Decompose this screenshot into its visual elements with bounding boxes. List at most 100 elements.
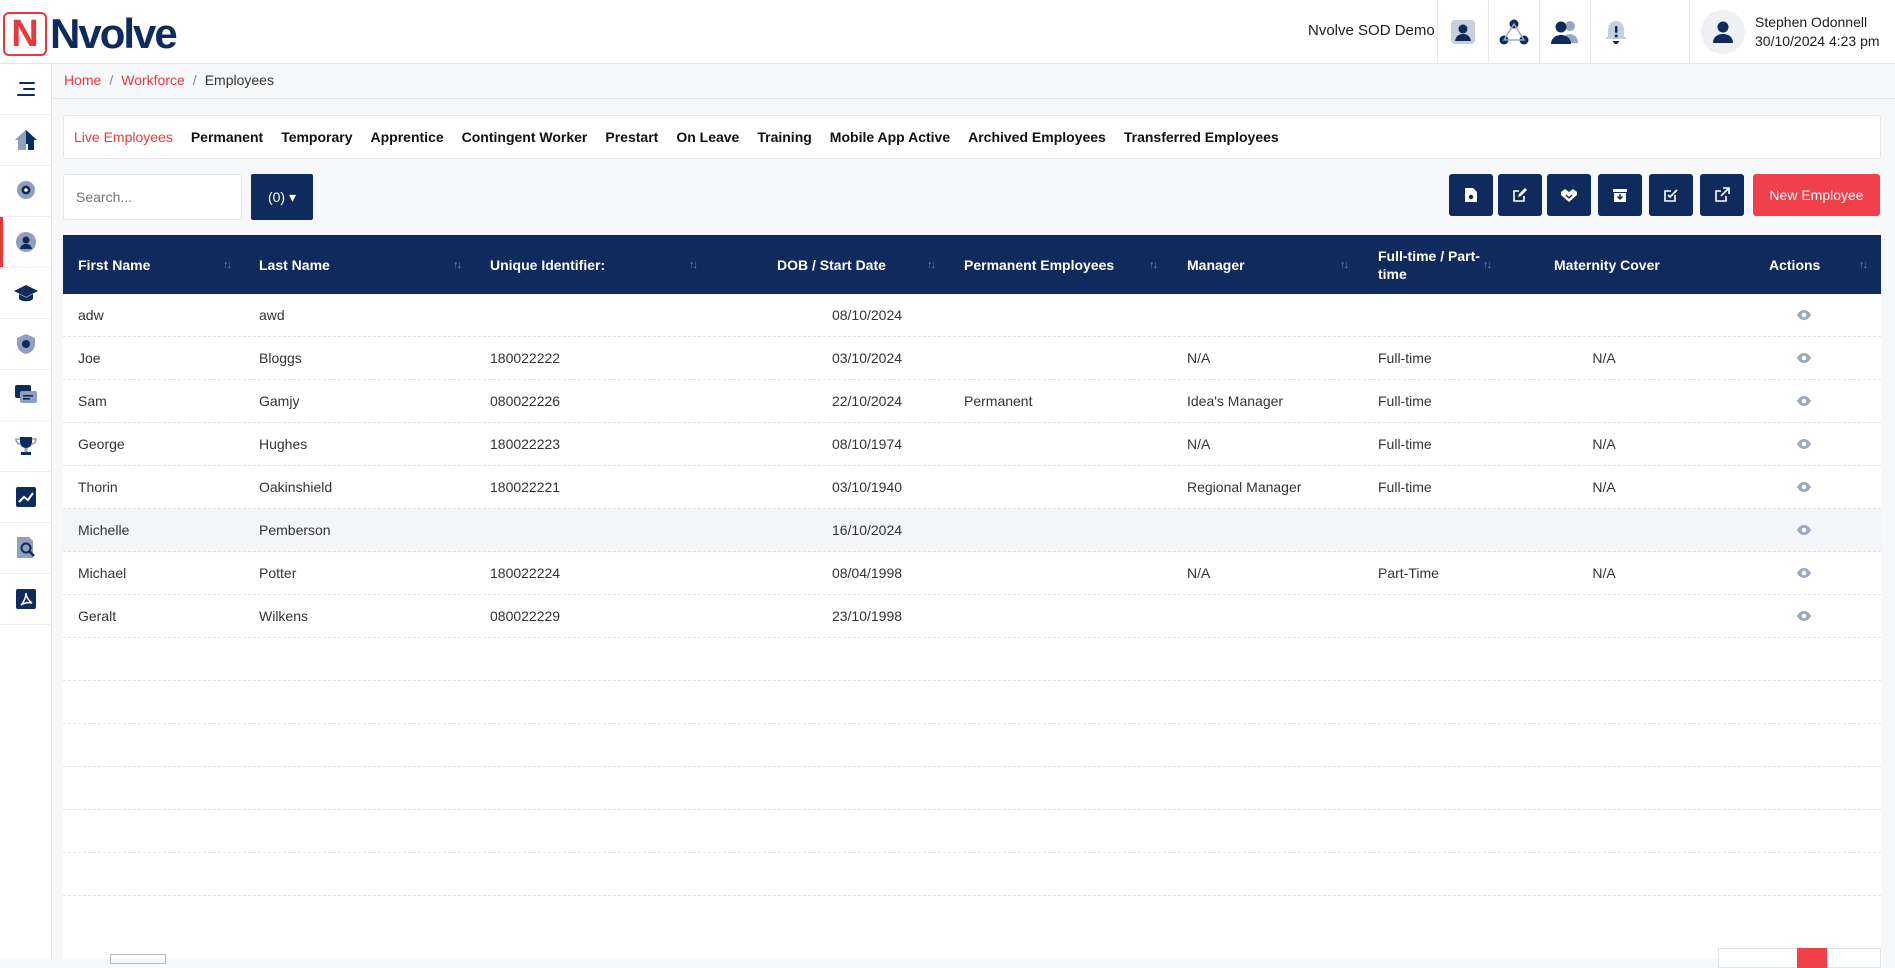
tab-contingent-worker[interactable]: Contingent Worker xyxy=(462,129,588,145)
column-header-dob[interactable]: DOB / Start Date xyxy=(777,235,886,294)
document-icon xyxy=(1465,188,1477,202)
table-row[interactable]: Michelle Pemberson 16/10/2024 xyxy=(63,509,1881,552)
column-header-permanent-employees[interactable]: Permanent Employees xyxy=(964,235,1114,294)
cell-dob: 08/10/2024 xyxy=(831,307,903,323)
view-button[interactable] xyxy=(1774,380,1834,422)
logo-mark: N xyxy=(3,12,47,56)
empty-row xyxy=(63,724,1881,767)
external-link-icon xyxy=(1715,187,1730,202)
sort-icon[interactable]: ↑↓ xyxy=(453,259,462,271)
cell-maternity-cover: N/A xyxy=(1592,436,1616,452)
edit-button[interactable] xyxy=(1498,174,1542,216)
cell-maternity-cover xyxy=(1554,380,1654,422)
archive-button[interactable] xyxy=(1598,174,1642,216)
table-row[interactable]: Michael Potter 180022224 08/04/1998 N/A Part-… xyxy=(63,552,1881,595)
cell-maternity-cover: N/A xyxy=(1592,350,1616,366)
column-header-first-name[interactable]: First Name xyxy=(78,235,150,294)
tab-archived-employees[interactable]: Archived Employees xyxy=(968,129,1106,145)
tab-prestart[interactable]: Prestart xyxy=(605,129,658,145)
new-employee-button[interactable]: New Employee xyxy=(1753,174,1880,216)
cell-dob: 03/10/1940 xyxy=(831,479,903,495)
column-header-employment-type[interactable]: Full-time / Part-time xyxy=(1378,235,1498,294)
tab-transferred-employees[interactable]: Transferred Employees xyxy=(1124,129,1279,145)
view-button[interactable] xyxy=(1774,423,1834,465)
filter-dropdown-button[interactable]: (0) ▾ xyxy=(251,174,313,220)
table-row[interactable]: Geralt Wilkens 080022229 23/10/1998 xyxy=(63,595,1881,638)
sidebar-item-safety[interactable] xyxy=(0,319,52,370)
sidebar-item-training[interactable] xyxy=(0,268,52,319)
pagination-current-page[interactable] xyxy=(1797,948,1827,968)
sidebar-item-messages[interactable] xyxy=(0,370,52,421)
eye-icon xyxy=(1797,568,1811,578)
sidebar-item-awards[interactable] xyxy=(0,421,52,472)
cell-maternity-cover xyxy=(1554,509,1654,551)
view-button[interactable] xyxy=(1774,294,1834,336)
column-header-manager[interactable]: Manager xyxy=(1187,235,1245,294)
tab-apprentice[interactable]: Apprentice xyxy=(371,129,444,145)
column-header-last-name[interactable]: Last Name xyxy=(259,235,330,294)
view-button[interactable] xyxy=(1774,509,1834,551)
archive-icon xyxy=(1613,189,1627,202)
org-name[interactable]: Nvolve SOD Demo xyxy=(1308,22,1435,39)
cell-employment-type: Full-time xyxy=(1378,436,1432,452)
table-row[interactable]: George Hughes 180022223 08/10/1974 N/A Full-t… xyxy=(63,423,1881,466)
page-size-select[interactable] xyxy=(110,954,166,964)
breadcrumb-current: Employees xyxy=(204,72,274,88)
handshake-button[interactable] xyxy=(1547,174,1591,216)
team-button[interactable] xyxy=(1539,0,1590,64)
export-button[interactable] xyxy=(1449,174,1493,216)
view-button[interactable] xyxy=(1774,466,1834,508)
review-button[interactable] xyxy=(1649,174,1693,216)
view-button[interactable] xyxy=(1774,595,1834,637)
breadcrumb-workforce[interactable]: Workforce xyxy=(121,72,185,88)
table-row[interactable]: Joe Bloggs 180022222 03/10/2024 N/A Full-time… xyxy=(63,337,1881,380)
tab-permanent[interactable]: Permanent xyxy=(191,129,263,145)
cell-unique-identifier: 180022223 xyxy=(490,436,561,452)
sidebar-item-settings[interactable] xyxy=(0,166,52,217)
sidebar-toggle[interactable] xyxy=(0,64,52,115)
sort-icon[interactable]: ↑↓ xyxy=(1859,259,1868,271)
tab-on-leave[interactable]: On Leave xyxy=(676,129,739,145)
cell-manager: N/A xyxy=(1187,565,1211,581)
breadcrumb-home[interactable]: Home xyxy=(64,72,101,88)
column-header-actions: Actions xyxy=(1769,256,1821,273)
tab-mobile-app-active[interactable]: Mobile App Active xyxy=(830,129,950,145)
profile-card-button[interactable] xyxy=(1437,0,1488,64)
sort-icon[interactable]: ↑↓ xyxy=(223,259,232,271)
table-row[interactable]: Sam Gamjy 080022226 22/10/2024 Permanent Idea… xyxy=(63,380,1881,423)
sort-icon[interactable]: ↑↓ xyxy=(1149,259,1158,271)
cell-maternity-cover xyxy=(1554,595,1654,637)
network-icon xyxy=(1499,19,1529,45)
notifications-button[interactable] xyxy=(1590,0,1641,64)
cell-first-name: George xyxy=(78,436,125,452)
column-header-maternity-cover[interactable]: Maternity Cover xyxy=(1554,235,1660,294)
tab-live-employees[interactable]: Live Employees xyxy=(74,129,173,145)
sort-icon[interactable]: ↑↓ xyxy=(927,259,936,271)
open-external-button[interactable] xyxy=(1700,174,1744,216)
sidebar-item-audit[interactable] xyxy=(0,523,52,574)
tab-training[interactable]: Training xyxy=(757,129,811,145)
column-header-unique-identifier[interactable]: Unique Identifier: xyxy=(490,235,605,294)
search-input[interactable] xyxy=(63,174,242,220)
sort-icon[interactable]: ↑↓ xyxy=(689,259,698,271)
eye-icon xyxy=(1797,482,1811,492)
sidebar-item-home[interactable] xyxy=(0,115,52,166)
cell-last-name: Potter xyxy=(259,565,297,581)
cell-dob: 23/10/1998 xyxy=(831,608,903,624)
table-header: First Name ↑↓ Last Name ↑↓ Unique Identi… xyxy=(63,235,1881,294)
app-logo[interactable]: N Nvolve xyxy=(3,10,178,58)
view-button[interactable] xyxy=(1774,552,1834,594)
sort-icon[interactable]: ↑↓ xyxy=(1483,259,1492,271)
network-button[interactable] xyxy=(1488,0,1539,64)
view-button[interactable] xyxy=(1774,337,1834,379)
sidebar-item-reports[interactable] xyxy=(0,472,52,523)
sidebar-item-workforce[interactable] xyxy=(0,217,52,268)
table-row[interactable]: Thorin Oakinshield 180022221 03/10/1940 Regi… xyxy=(63,466,1881,509)
employee-gear-icon xyxy=(16,232,36,252)
sidebar-item-pdf[interactable] xyxy=(0,574,52,625)
user-menu[interactable]: Stephen Odonnell 30/10/2024 4:23 pm xyxy=(1689,0,1895,64)
table-row[interactable]: adw awd 08/10/2024 xyxy=(63,294,1881,337)
sort-icon[interactable]: ↑↓ xyxy=(1340,259,1349,271)
cell-dob: 08/10/1974 xyxy=(831,436,903,452)
tab-temporary[interactable]: Temporary xyxy=(281,129,352,145)
